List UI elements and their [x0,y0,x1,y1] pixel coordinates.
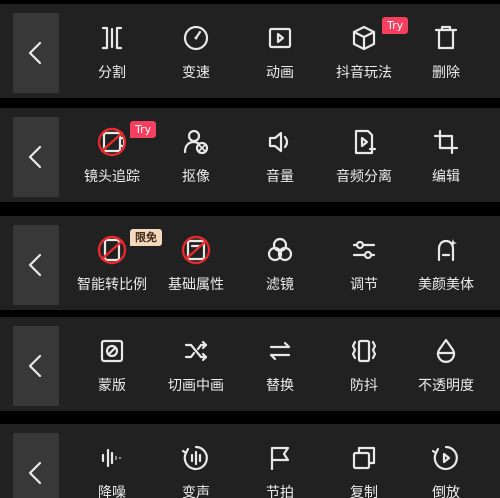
stabilize-icon [349,336,379,366]
animation-play-icon [265,23,295,53]
tool-button[interactable]: 倒放 [391,424,500,498]
chevron-left-icon [21,250,51,280]
reverse-icon [431,443,461,473]
back-button[interactable] [13,326,59,406]
crop-icon [431,127,461,157]
speed-gauge-icon [181,23,211,53]
cube-icon [349,23,379,53]
toolbar-row: 蒙版 切画中画 替换 防抖 不透明度 [0,317,500,411]
tool-label: 倒放 [432,485,460,498]
tool-button[interactable]: 美颜美体 [391,216,500,310]
tool-button[interactable]: 删除 [391,4,500,98]
toolbar-row: 降噪 变声 节拍 复制 倒放 [0,424,500,498]
back-button[interactable] [13,225,59,305]
toolbar-row: 分割 变速 动画 抖音玩法 Try 删除 [0,4,500,98]
basic-properties-icon [181,235,211,265]
tool-label: 不透明度 [418,378,474,394]
replace-icon [265,336,295,366]
speaker-icon [265,127,295,157]
chevron-left-icon [21,142,51,172]
beat-flag-icon [265,443,295,473]
tool-label: 编辑 [432,169,460,185]
tool-button[interactable]: 编辑 [391,108,500,202]
noise-reduction-icon [97,443,127,473]
tool-label: 美颜美体 [418,277,474,293]
back-button[interactable] [13,13,59,93]
audio-separate-icon [349,127,379,157]
chevron-left-icon [21,458,51,488]
toolbar-row: 镜头追踪 Try 抠像 音量 音频分离 编辑 [0,108,500,202]
adjust-sliders-icon [349,235,379,265]
tool-label: 删除 [432,65,460,81]
voice-change-icon [181,443,211,473]
cutout-person-icon [181,127,211,157]
smart-ratio-icon [97,235,127,265]
toolbar-row: 智能转比例 限免 基础属性 滤镜 调节 美颜美体 [0,216,500,310]
filter-icon [265,235,295,265]
chevron-left-icon [21,38,51,68]
copy-icon [349,443,379,473]
shuffle-icon [181,336,211,366]
opacity-drop-icon [431,336,461,366]
back-button[interactable] [13,433,59,498]
beauty-icon [431,235,461,265]
mask-icon [97,336,127,366]
back-button[interactable] [13,117,59,197]
split-icon [97,23,127,53]
tool-button[interactable]: 不透明度 [391,317,500,411]
chevron-left-icon [21,351,51,381]
trash-icon [431,23,461,53]
camera-tracking-icon [97,127,127,157]
